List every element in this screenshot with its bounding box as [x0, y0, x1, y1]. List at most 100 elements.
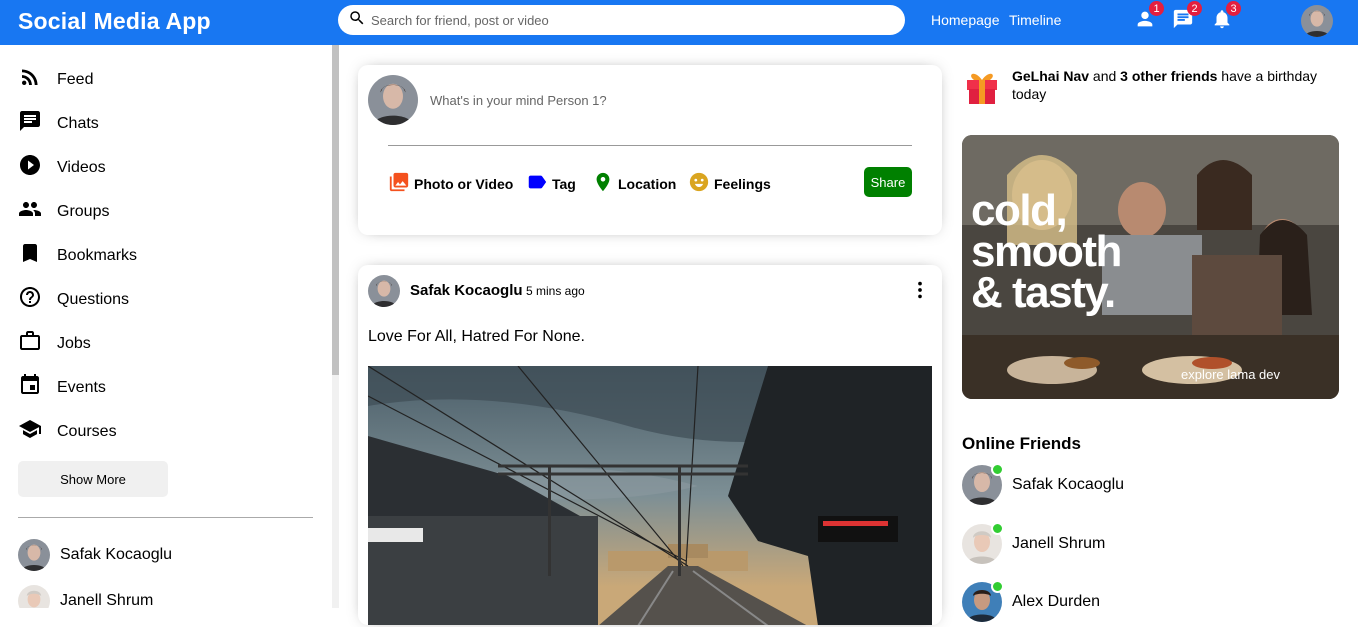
online-avatar	[962, 580, 1004, 622]
ad-subtitle: explore lama dev	[1181, 367, 1280, 382]
timeline-link[interactable]: Timeline	[1009, 12, 1061, 28]
sidebar-item-label: Questions	[57, 290, 130, 308]
sidebar-item-questions[interactable]: Questions	[18, 285, 129, 314]
sidebar-friend[interactable]: Janell Shrum	[18, 585, 153, 608]
play-circle-icon	[18, 153, 42, 182]
post-username[interactable]: Safak Kocaoglu	[410, 282, 523, 299]
birthday-name[interactable]: GeLhai Nav	[1012, 68, 1089, 84]
sidebar-item-bookmarks[interactable]: Bookmarks	[18, 241, 137, 270]
ad-line-3: & tasty.	[971, 268, 1116, 317]
sidebar-item-jobs[interactable]: Jobs	[18, 329, 91, 358]
online-friend[interactable]: Janell Shrum	[962, 522, 1106, 564]
sidebar-friend[interactable]: Safak Kocaoglu	[18, 539, 172, 571]
sidebar-scrollbar-thumb[interactable]	[332, 45, 339, 375]
bookmark-icon	[18, 241, 42, 270]
ad-title: cold, smooth & tasty.	[971, 186, 1122, 317]
avatar	[18, 585, 50, 608]
option-label: Feelings	[714, 175, 771, 192]
chat-icon	[1172, 9, 1194, 34]
online-friend-name: Safak Kocaoglu	[1012, 476, 1125, 493]
app-logo[interactable]: Social Media App	[18, 8, 211, 35]
profile-avatar[interactable]	[1301, 5, 1333, 37]
share-card: Photo or Video Tag Location Feelings Sha…	[358, 65, 942, 235]
rss-feed-icon	[18, 65, 42, 94]
online-indicator	[991, 580, 1004, 593]
online-friend-name: Alex Durden	[1012, 593, 1101, 610]
photo-library-icon	[388, 171, 414, 196]
homepage-link[interactable]: Homepage	[931, 12, 1000, 28]
ad-line-1: cold,	[971, 186, 1068, 235]
sidebar-item-groups[interactable]: Groups	[18, 197, 109, 226]
online-friend[interactable]: Alex Durden	[962, 580, 1101, 622]
sidebar-item-label: Chats	[57, 114, 99, 132]
search-icon	[348, 9, 366, 32]
help-circle-icon	[18, 285, 42, 314]
briefcase-icon	[18, 329, 42, 358]
friend-requests-badge: 1	[1149, 1, 1164, 16]
label-icon	[526, 171, 552, 196]
option-label: Photo or Video	[414, 175, 514, 192]
person-icon	[1134, 11, 1156, 34]
ad-banner[interactable]: cold, smooth & tasty. explore lama dev	[962, 135, 1339, 399]
post-card: Safak Kocaoglu 5 mins ago Love For All, …	[358, 265, 942, 625]
online-avatar	[962, 522, 1004, 564]
share-divider	[388, 145, 912, 146]
school-icon	[18, 417, 42, 446]
online-friends-title: Online Friends	[962, 434, 1082, 453]
sidebar-item-label: Feed	[57, 70, 94, 88]
avatar[interactable]	[368, 275, 400, 307]
online-friend-name: Janell Shrum	[1012, 535, 1106, 552]
post-text: Love For All, Hatred For None.	[368, 328, 585, 345]
sidebar-item-label: Courses	[57, 422, 117, 440]
birthday-mid: and	[1089, 68, 1121, 84]
online-indicator	[991, 463, 1004, 476]
group-icon	[18, 197, 42, 226]
birthday-text: GeLhai Nav and 3 other friends have a bi…	[1012, 67, 1342, 110]
friend-name: Janell Shrum	[60, 592, 154, 608]
sidebar-item-events[interactable]: Events	[18, 373, 106, 402]
sidebar-item-label: Jobs	[57, 334, 91, 352]
more-vert-icon[interactable]	[909, 278, 931, 302]
sidebar-item-label: Groups	[57, 202, 110, 220]
avatar	[18, 539, 50, 571]
share-input[interactable]	[430, 93, 880, 108]
sidebar-item-videos[interactable]: Videos	[18, 153, 106, 182]
notifications-badge: 3	[1226, 1, 1241, 16]
online-friend[interactable]: Safak Kocaoglu	[962, 463, 1125, 505]
topbar: Social Media App Homepage Timeline 1 2 3	[0, 0, 1358, 45]
post-image[interactable]	[367, 365, 932, 625]
emoji-icon	[688, 171, 714, 196]
sidebar-item-feed[interactable]: Feed	[18, 65, 93, 94]
location-pin-icon	[592, 171, 618, 196]
messages-badge: 2	[1187, 1, 1202, 16]
sidebar-item-label: Events	[57, 378, 106, 396]
post-date: 5 mins ago	[526, 284, 585, 298]
gift-icon	[962, 65, 1002, 110]
birthday-notice: GeLhai Nav and 3 other friends have a bi…	[962, 65, 1342, 110]
option-label: Location	[618, 175, 677, 192]
notifications-button[interactable]: 3	[1211, 1, 1241, 34]
photo-video-option[interactable]: Photo or Video	[388, 171, 513, 196]
location-option[interactable]: Location	[592, 171, 676, 196]
calendar-icon	[18, 373, 42, 402]
bell-icon	[1211, 10, 1233, 34]
online-indicator	[991, 522, 1004, 535]
feelings-option[interactable]: Feelings	[688, 171, 771, 196]
ad-line-2: smooth	[971, 227, 1122, 276]
friend-name: Safak Kocaoglu	[60, 546, 173, 563]
search-bar[interactable]	[338, 5, 905, 35]
share-button[interactable]: Share	[864, 167, 912, 197]
messages-button[interactable]: 2	[1172, 1, 1202, 34]
birthday-others[interactable]: 3 other friends	[1120, 68, 1217, 84]
sidebar-item-courses[interactable]: Courses	[18, 417, 117, 446]
online-avatar	[962, 463, 1004, 505]
friend-requests-button[interactable]: 1	[1134, 1, 1164, 34]
option-label: Tag	[552, 175, 576, 192]
avatar	[368, 75, 418, 125]
sidebar-item-chats[interactable]: Chats	[18, 109, 99, 138]
search-input[interactable]	[371, 12, 871, 28]
sidebar-item-label: Bookmarks	[57, 246, 138, 264]
sidebar-divider	[18, 517, 313, 518]
tag-option[interactable]: Tag	[526, 171, 576, 196]
show-more-button[interactable]: Show More	[18, 461, 168, 497]
